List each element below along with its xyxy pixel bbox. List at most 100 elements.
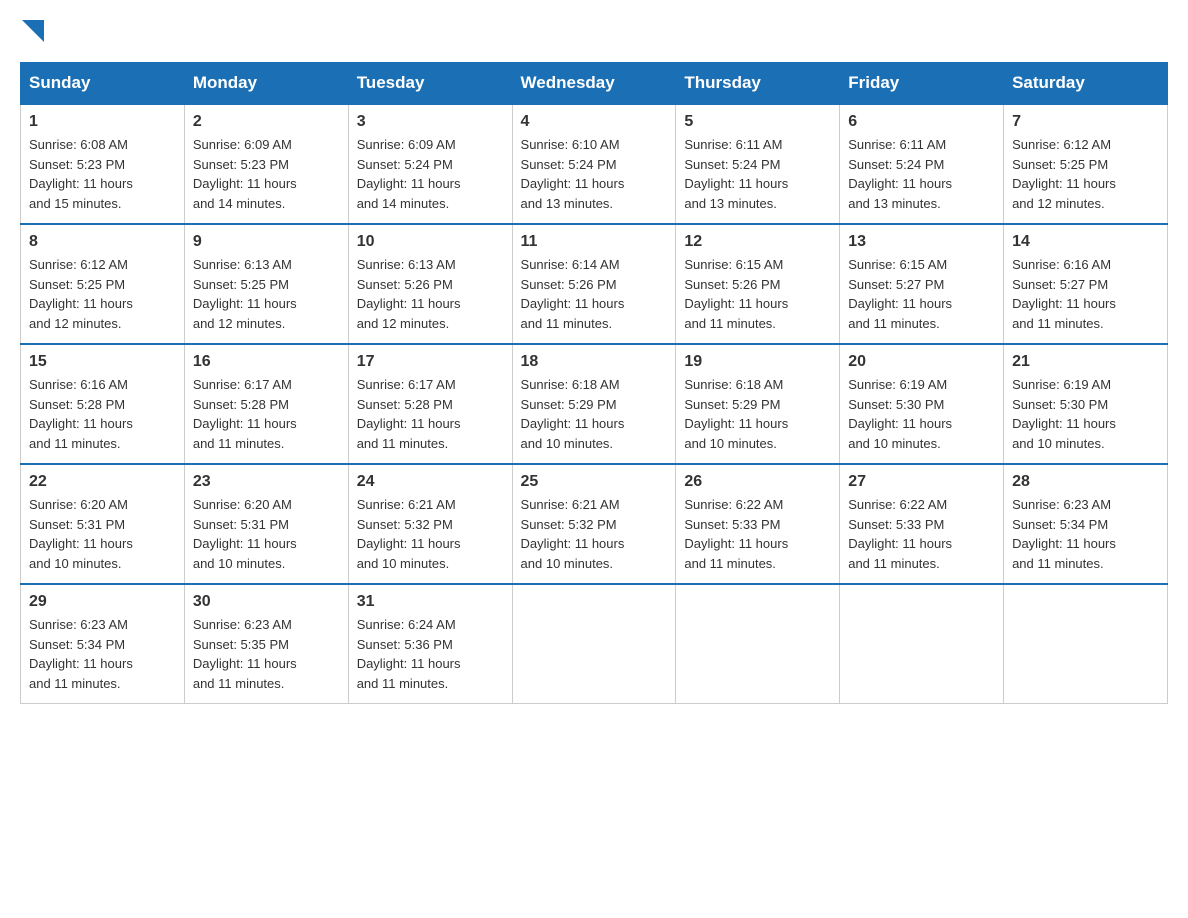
calendar-cell: 13 Sunrise: 6:15 AMSunset: 5:27 PMDaylig…: [840, 224, 1004, 344]
calendar-cell: 21 Sunrise: 6:19 AMSunset: 5:30 PMDaylig…: [1004, 344, 1168, 464]
day-info: Sunrise: 6:12 AMSunset: 5:25 PMDaylight:…: [29, 255, 176, 333]
logo: [20, 20, 44, 42]
day-number: 10: [357, 233, 504, 251]
calendar-week-row: 1 Sunrise: 6:08 AMSunset: 5:23 PMDayligh…: [21, 104, 1168, 224]
calendar-cell: 22 Sunrise: 6:20 AMSunset: 5:31 PMDaylig…: [21, 464, 185, 584]
day-number: 26: [684, 473, 831, 491]
calendar-header-row: Sunday Monday Tuesday Wednesday Thursday…: [21, 63, 1168, 105]
day-number: 25: [521, 473, 668, 491]
day-info: Sunrise: 6:23 AMSunset: 5:34 PMDaylight:…: [1012, 495, 1159, 573]
calendar-cell: 31 Sunrise: 6:24 AMSunset: 5:36 PMDaylig…: [348, 584, 512, 704]
calendar-week-row: 29 Sunrise: 6:23 AMSunset: 5:34 PMDaylig…: [21, 584, 1168, 704]
day-number: 19: [684, 353, 831, 371]
day-number: 8: [29, 233, 176, 251]
calendar-cell: 26 Sunrise: 6:22 AMSunset: 5:33 PMDaylig…: [676, 464, 840, 584]
day-number: 18: [521, 353, 668, 371]
day-info: Sunrise: 6:21 AMSunset: 5:32 PMDaylight:…: [521, 495, 668, 573]
day-info: Sunrise: 6:19 AMSunset: 5:30 PMDaylight:…: [848, 375, 995, 453]
calendar-cell: 20 Sunrise: 6:19 AMSunset: 5:30 PMDaylig…: [840, 344, 1004, 464]
day-info: Sunrise: 6:16 AMSunset: 5:27 PMDaylight:…: [1012, 255, 1159, 333]
day-info: Sunrise: 6:21 AMSunset: 5:32 PMDaylight:…: [357, 495, 504, 573]
day-number: 13: [848, 233, 995, 251]
day-info: Sunrise: 6:22 AMSunset: 5:33 PMDaylight:…: [684, 495, 831, 573]
day-info: Sunrise: 6:12 AMSunset: 5:25 PMDaylight:…: [1012, 135, 1159, 213]
day-info: Sunrise: 6:14 AMSunset: 5:26 PMDaylight:…: [521, 255, 668, 333]
logo-arrow-icon: [22, 20, 44, 42]
calendar-cell: 17 Sunrise: 6:17 AMSunset: 5:28 PMDaylig…: [348, 344, 512, 464]
calendar-cell: 30 Sunrise: 6:23 AMSunset: 5:35 PMDaylig…: [184, 584, 348, 704]
day-number: 2: [193, 113, 340, 131]
calendar-cell: [1004, 584, 1168, 704]
day-info: Sunrise: 6:17 AMSunset: 5:28 PMDaylight:…: [357, 375, 504, 453]
calendar-cell: 4 Sunrise: 6:10 AMSunset: 5:24 PMDayligh…: [512, 104, 676, 224]
calendar-cell: 28 Sunrise: 6:23 AMSunset: 5:34 PMDaylig…: [1004, 464, 1168, 584]
calendar-cell: [512, 584, 676, 704]
col-tuesday: Tuesday: [348, 63, 512, 105]
calendar-cell: 7 Sunrise: 6:12 AMSunset: 5:25 PMDayligh…: [1004, 104, 1168, 224]
calendar-cell: 3 Sunrise: 6:09 AMSunset: 5:24 PMDayligh…: [348, 104, 512, 224]
calendar-cell: 6 Sunrise: 6:11 AMSunset: 5:24 PMDayligh…: [840, 104, 1004, 224]
calendar-cell: 19 Sunrise: 6:18 AMSunset: 5:29 PMDaylig…: [676, 344, 840, 464]
calendar-week-row: 8 Sunrise: 6:12 AMSunset: 5:25 PMDayligh…: [21, 224, 1168, 344]
day-info: Sunrise: 6:13 AMSunset: 5:26 PMDaylight:…: [357, 255, 504, 333]
day-info: Sunrise: 6:15 AMSunset: 5:27 PMDaylight:…: [848, 255, 995, 333]
day-info: Sunrise: 6:13 AMSunset: 5:25 PMDaylight:…: [193, 255, 340, 333]
day-number: 7: [1012, 113, 1159, 131]
day-info: Sunrise: 6:18 AMSunset: 5:29 PMDaylight:…: [521, 375, 668, 453]
col-sunday: Sunday: [21, 63, 185, 105]
day-number: 21: [1012, 353, 1159, 371]
day-number: 29: [29, 593, 176, 611]
calendar-cell: 5 Sunrise: 6:11 AMSunset: 5:24 PMDayligh…: [676, 104, 840, 224]
day-number: 5: [684, 113, 831, 131]
day-info: Sunrise: 6:15 AMSunset: 5:26 PMDaylight:…: [684, 255, 831, 333]
calendar-cell: 23 Sunrise: 6:20 AMSunset: 5:31 PMDaylig…: [184, 464, 348, 584]
day-info: Sunrise: 6:20 AMSunset: 5:31 PMDaylight:…: [193, 495, 340, 573]
calendar-table: Sunday Monday Tuesday Wednesday Thursday…: [20, 62, 1168, 704]
day-info: Sunrise: 6:19 AMSunset: 5:30 PMDaylight:…: [1012, 375, 1159, 453]
day-info: Sunrise: 6:22 AMSunset: 5:33 PMDaylight:…: [848, 495, 995, 573]
day-info: Sunrise: 6:23 AMSunset: 5:34 PMDaylight:…: [29, 615, 176, 693]
day-info: Sunrise: 6:11 AMSunset: 5:24 PMDaylight:…: [684, 135, 831, 213]
calendar-cell: 10 Sunrise: 6:13 AMSunset: 5:26 PMDaylig…: [348, 224, 512, 344]
day-number: 4: [521, 113, 668, 131]
col-saturday: Saturday: [1004, 63, 1168, 105]
calendar-cell: 18 Sunrise: 6:18 AMSunset: 5:29 PMDaylig…: [512, 344, 676, 464]
day-number: 20: [848, 353, 995, 371]
calendar-cell: 8 Sunrise: 6:12 AMSunset: 5:25 PMDayligh…: [21, 224, 185, 344]
day-info: Sunrise: 6:24 AMSunset: 5:36 PMDaylight:…: [357, 615, 504, 693]
day-number: 22: [29, 473, 176, 491]
calendar-cell: 1 Sunrise: 6:08 AMSunset: 5:23 PMDayligh…: [21, 104, 185, 224]
calendar-cell: [840, 584, 1004, 704]
col-monday: Monday: [184, 63, 348, 105]
day-number: 23: [193, 473, 340, 491]
col-thursday: Thursday: [676, 63, 840, 105]
day-info: Sunrise: 6:10 AMSunset: 5:24 PMDaylight:…: [521, 135, 668, 213]
calendar-cell: 12 Sunrise: 6:15 AMSunset: 5:26 PMDaylig…: [676, 224, 840, 344]
day-number: 24: [357, 473, 504, 491]
day-number: 17: [357, 353, 504, 371]
day-number: 15: [29, 353, 176, 371]
day-number: 6: [848, 113, 995, 131]
calendar-cell: 9 Sunrise: 6:13 AMSunset: 5:25 PMDayligh…: [184, 224, 348, 344]
calendar-cell: 24 Sunrise: 6:21 AMSunset: 5:32 PMDaylig…: [348, 464, 512, 584]
day-number: 12: [684, 233, 831, 251]
calendar-cell: 2 Sunrise: 6:09 AMSunset: 5:23 PMDayligh…: [184, 104, 348, 224]
calendar-cell: 11 Sunrise: 6:14 AMSunset: 5:26 PMDaylig…: [512, 224, 676, 344]
day-number: 3: [357, 113, 504, 131]
calendar-cell: 14 Sunrise: 6:16 AMSunset: 5:27 PMDaylig…: [1004, 224, 1168, 344]
day-info: Sunrise: 6:18 AMSunset: 5:29 PMDaylight:…: [684, 375, 831, 453]
day-number: 16: [193, 353, 340, 371]
day-info: Sunrise: 6:23 AMSunset: 5:35 PMDaylight:…: [193, 615, 340, 693]
calendar-cell: 29 Sunrise: 6:23 AMSunset: 5:34 PMDaylig…: [21, 584, 185, 704]
day-info: Sunrise: 6:09 AMSunset: 5:24 PMDaylight:…: [357, 135, 504, 213]
calendar-cell: [676, 584, 840, 704]
col-wednesday: Wednesday: [512, 63, 676, 105]
calendar-cell: 27 Sunrise: 6:22 AMSunset: 5:33 PMDaylig…: [840, 464, 1004, 584]
day-number: 27: [848, 473, 995, 491]
day-number: 14: [1012, 233, 1159, 251]
day-info: Sunrise: 6:16 AMSunset: 5:28 PMDaylight:…: [29, 375, 176, 453]
day-number: 28: [1012, 473, 1159, 491]
day-number: 9: [193, 233, 340, 251]
day-number: 1: [29, 113, 176, 131]
calendar-cell: 15 Sunrise: 6:16 AMSunset: 5:28 PMDaylig…: [21, 344, 185, 464]
